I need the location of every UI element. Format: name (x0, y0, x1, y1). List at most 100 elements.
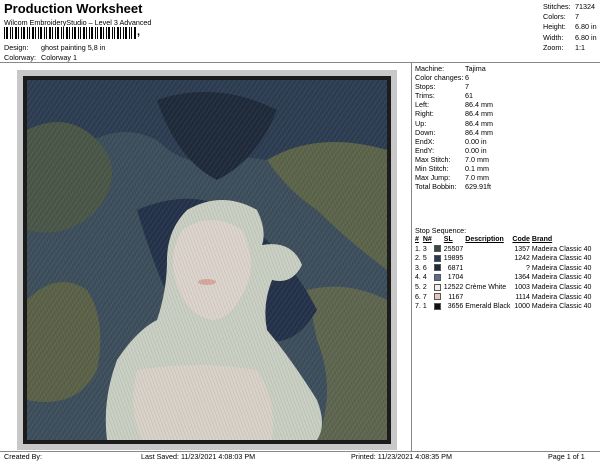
stat-zoom: Zoom: 1:1 (543, 43, 597, 53)
software-subtitle: Wilcom EmbroideryStudio – Level 3 Advanc… (4, 18, 152, 27)
param-value: 0.1 mm (465, 164, 489, 174)
col-header-n: N# (422, 236, 432, 243)
stitch-count: 12522 (443, 283, 464, 291)
param-value: 6 (465, 73, 469, 83)
param-label: Max Jump: (415, 173, 451, 183)
stop-sequence-row: 6. 7 1167 1114 Madeira Classic 40 (414, 293, 592, 303)
param-row: Total Bobbin: 629.91ft (415, 182, 493, 191)
needle-number: 2 (422, 283, 427, 291)
param-row: Stops: 7 (415, 82, 493, 91)
thread-brand: Madeira Classic 40 (531, 255, 592, 263)
stat-stitches: Stitches: 71324 (543, 2, 597, 12)
thread-brand: Madeira Classic 40 (531, 264, 592, 272)
stat-value: 6.80 in (575, 22, 597, 32)
param-row: Max Jump: 7.0 mm (415, 173, 493, 182)
param-label: Color changes: (415, 73, 464, 83)
stop-index: 2. (415, 255, 421, 263)
color-swatch (433, 293, 441, 301)
color-swatch-cell (433, 293, 443, 303)
thread-description: Crème White (465, 283, 507, 291)
footer-created-by: Created By: (4, 452, 42, 461)
stop-sequence-row: 2. 5 19895 1242 Madeira Classic 40 (414, 254, 592, 264)
param-label: Trims: (415, 91, 435, 101)
stitch-count: 6871 (447, 264, 464, 272)
thread-description: Emerald Black (465, 303, 511, 311)
color-swatch (433, 302, 441, 310)
stat-value: 7 (575, 12, 579, 22)
design-label: Design: (4, 43, 29, 52)
param-value: 7.0 mm (465, 173, 489, 183)
stop-sequence-title: Stop Sequence: (415, 226, 467, 235)
thread-description (464, 254, 511, 264)
design-stats: Stitches: 71324 Colors: 7 Height: 6.80 in W… (543, 2, 597, 53)
color-swatch-cell (433, 273, 443, 283)
param-row: EndX: 0.00 in (415, 137, 493, 146)
thread-description (464, 264, 511, 274)
color-swatch (433, 283, 441, 291)
param-label: EndX: (415, 136, 435, 146)
param-row: Max Stitch: 7.0 mm (415, 155, 493, 164)
stop-index: 5. (415, 283, 421, 291)
thread-brand: Madeira Classic 40 (531, 283, 592, 291)
col-header-description: Description (465, 236, 504, 243)
param-row: Color changes: 6 (415, 73, 493, 82)
col-header-swatch (433, 235, 443, 245)
thread-brand: Madeira Classic 40 (531, 245, 592, 253)
stop-index: 4. (415, 274, 421, 282)
thread-brand: Madeira Classic 40 (531, 303, 592, 311)
col-header-code: Code (512, 236, 530, 243)
stat-label: Width: (543, 32, 564, 42)
needle-number: 1 (422, 303, 427, 311)
needle-number: 7 (422, 293, 427, 301)
param-label: Min Stitch: (415, 164, 449, 174)
stitch-count: 19895 (443, 255, 464, 263)
thread-description (464, 293, 511, 303)
page-title: Production Worksheet (4, 1, 143, 16)
param-value: 0.00 in (465, 136, 487, 146)
footer-page: Page 1 of 1 (548, 452, 585, 461)
param-label: Stops: (415, 82, 436, 92)
color-swatch-cell (433, 254, 443, 264)
stat-label: Zoom: (543, 42, 564, 52)
param-value: 61 (465, 91, 473, 101)
thread-code: ? (526, 264, 530, 272)
stop-sequence-row: 3. 6 6871? Madeira Classic 40 (414, 264, 592, 274)
stop-sequence-row: 1. 3 25507 1357 Madeira Classic 40 (414, 245, 592, 255)
stitch-count: 1167 (448, 293, 464, 301)
color-swatch-cell (433, 302, 443, 312)
thread-description (464, 245, 511, 255)
color-swatch (433, 264, 441, 272)
param-label: Machine: (415, 64, 445, 73)
thread-brand: Madeira Classic 40 (531, 274, 592, 282)
thread-brand: Madeira Classic 40 (531, 293, 592, 301)
param-row: EndY: 0.00 in (415, 146, 493, 155)
param-row: Trims: 61 (415, 91, 493, 100)
param-row: Machine: Tajima (415, 64, 493, 73)
color-swatch (433, 245, 441, 253)
color-swatch-cell (433, 245, 443, 255)
barcode-suffix: , (137, 26, 141, 38)
param-row: Down: 86.4 mm (415, 128, 493, 137)
param-value: 86.4 mm (465, 127, 493, 137)
panel-divider (411, 63, 412, 451)
param-value: 86.4 mm (465, 100, 493, 110)
stitch-count: 1704 (447, 274, 464, 282)
param-row: Up: 86.4 mm (415, 119, 493, 128)
thread-code: 1364 (514, 274, 530, 282)
stop-sequence-row: 5. 2 12522 Crème White 1003 Madeira Classic 4… (414, 283, 592, 293)
colorway-row: Colorway: Colorway 1 (4, 53, 77, 62)
param-value: 7.0 mm (465, 154, 489, 164)
col-header-num: # (415, 236, 419, 243)
stop-sequence-row: 7. 1 3656 Emerald Black 1000 Madeira Classic … (414, 302, 592, 312)
stat-label: Height: (543, 22, 566, 32)
design-row: Design: ghost painting 5,8 in (4, 43, 105, 52)
thread-code: 1000 (514, 303, 530, 311)
stat-label: Stitches: (543, 2, 571, 11)
needle-number: 5 (422, 255, 427, 263)
stop-index: 3. (415, 264, 421, 272)
stop-index: 1. (415, 245, 421, 253)
embroidery-design-preview (23, 76, 391, 444)
param-label: EndY: (415, 145, 435, 155)
barcode (4, 27, 136, 39)
design-value: ghost painting 5,8 in (41, 43, 106, 52)
